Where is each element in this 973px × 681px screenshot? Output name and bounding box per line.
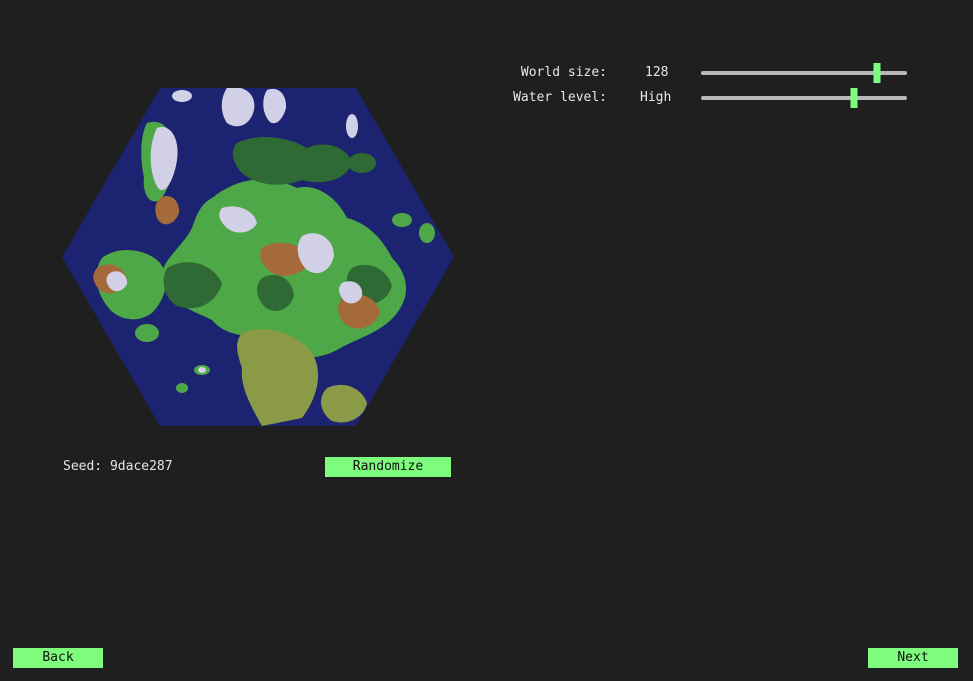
world-map-svg: [62, 88, 454, 426]
world-generator-screen: Seed: 9dace287 Randomize World size: 128…: [0, 0, 973, 681]
seed-value: 9dace287: [109, 459, 173, 474]
islet-8: [172, 90, 192, 102]
next-button[interactable]: Next: [868, 648, 958, 668]
islet-4: [348, 153, 376, 173]
water-level-slider-track[interactable]: [701, 96, 907, 100]
water-level-label: Water level:: [513, 90, 607, 105]
water-level-slider[interactable]: [701, 88, 907, 108]
islet-2: [419, 223, 435, 243]
islet-10: [198, 367, 206, 373]
seed-label: Seed:: [63, 459, 103, 474]
back-button[interactable]: Back: [13, 648, 103, 668]
world-size-label: World size:: [520, 65, 607, 80]
water-level-slider-thumb[interactable]: [850, 88, 858, 108]
world-size-value: 128: [645, 65, 669, 80]
islet-3: [392, 213, 412, 227]
world-size-slider-thumb[interactable]: [873, 63, 881, 83]
world-map-preview: [62, 88, 454, 426]
seed-display: Seed: 9dace287: [63, 458, 173, 476]
world-size-slider[interactable]: [701, 63, 907, 83]
islet-7: [346, 114, 358, 138]
islet-1: [135, 324, 159, 342]
islet-9: [299, 202, 315, 214]
randomize-button[interactable]: Randomize: [325, 457, 451, 477]
islet-6: [176, 383, 188, 393]
water-level-value: High: [640, 90, 672, 105]
